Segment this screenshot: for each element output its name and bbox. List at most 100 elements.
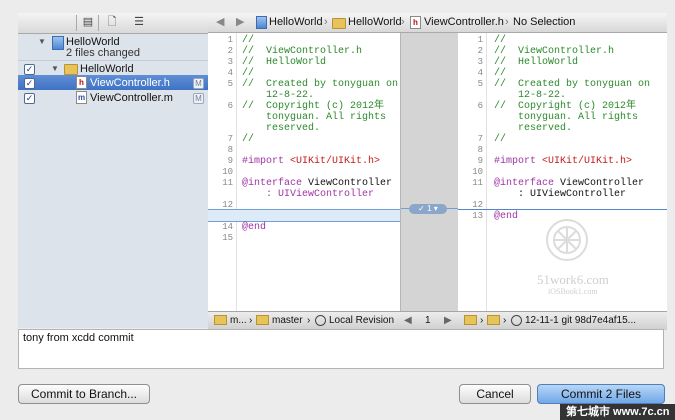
superclass: : UIViewController: [266, 189, 375, 200]
folder-icon: [487, 315, 500, 326]
corner-watermark-logo: 第七城市 www.7c.cn: [560, 404, 675, 420]
folder-checkbox[interactable]: ✓: [24, 64, 35, 75]
watermark-subtext: iOSBook1.com: [548, 287, 598, 296]
repo-selector[interactable]: m...: [214, 315, 247, 327]
folder-name: HelloWorld: [80, 63, 134, 75]
forward-arrow-icon[interactable]: ▶: [236, 16, 244, 29]
jumpbar-folder[interactable]: HelloWorld: [348, 16, 402, 29]
file-view-icon[interactable]: 🗋: [105, 16, 119, 29]
code-line: 12-8-22.: [518, 90, 567, 101]
commit-to-branch-button[interactable]: Commit to Branch...: [18, 384, 150, 404]
file-row-viewcontroller-h[interactable]: ✓ h ViewController.h M: [18, 75, 208, 90]
folder-icon: [332, 18, 346, 29]
line-number: 5: [477, 79, 483, 89]
revision-selector[interactable]: Local Revision: [315, 315, 394, 327]
line-number: 13: [472, 211, 483, 221]
code-line: tonyguan. All rights: [518, 112, 639, 123]
jump-bar: ◀ ▶ HelloWorld › HelloWorld › h ViewCont…: [208, 13, 667, 33]
commit-files-button[interactable]: Commit 2 Files: [537, 384, 665, 404]
insertion-line: [458, 209, 667, 210]
jumpbar-project[interactable]: HelloWorld: [269, 16, 323, 29]
branch-selector[interactable]: master: [256, 315, 303, 327]
watermark-text: 51work6.com: [537, 272, 609, 287]
jumpbar-selection[interactable]: No Selection: [513, 16, 575, 29]
code-line-end: @end: [242, 222, 267, 233]
line-number: 5: [227, 79, 233, 89]
branch-name: master: [272, 315, 303, 326]
revision-selector[interactable]: 12-11-1 git 98d7e4af15...: [511, 315, 636, 327]
previous-revision-icon[interactable]: ◀: [404, 315, 412, 327]
left-editor[interactable]: 1 2 3 4 5 6 7 8 9 10 11 12 13 14 15 // /…: [208, 33, 400, 311]
navigator-toolbar: ▤ 🗋 ☰: [18, 13, 208, 34]
line-number: 1: [227, 35, 233, 45]
line-number: 11: [472, 178, 483, 188]
line-gutter: 1 2 3 4 5 6 7 8 9 10 11 12 13 14 15: [208, 33, 237, 311]
revision-name: 12-11-1 git 98d7e4af15...: [525, 315, 637, 327]
next-revision-icon[interactable]: ▶: [444, 315, 452, 327]
code-line: // HelloWorld: [242, 57, 327, 68]
right-revision-bar: › › 12-11-1 git 98d7e4af15...: [458, 311, 667, 330]
revision-page: 1: [425, 315, 431, 326]
code-line: //: [494, 68, 507, 79]
line-number: 8: [227, 145, 233, 155]
superclass: : UIViewController: [518, 189, 627, 200]
path-separator-icon: ›: [401, 16, 405, 28]
line-number: 2: [227, 46, 233, 56]
disclosure-triangle-icon[interactable]: ▼: [51, 62, 59, 76]
toolbar-divider: [98, 15, 99, 31]
code-line: // ViewController.h: [242, 46, 363, 57]
code-line: // Created by tonyguan on: [242, 79, 399, 90]
interface-keyword: @interface: [494, 178, 555, 189]
line-number: 6: [477, 101, 483, 111]
code-line: // ViewController.h: [494, 46, 615, 57]
code-line-interface: @interface ViewController: [494, 178, 644, 189]
jumpbar-file[interactable]: ViewController.h: [424, 16, 504, 29]
line-number: 3: [227, 57, 233, 67]
commit-message-text: tony from xcdd commit: [23, 332, 134, 344]
import-keyword: #import: [494, 156, 543, 167]
file-name: ViewController.h: [90, 77, 170, 89]
code-line: // HelloWorld: [494, 57, 579, 68]
repo-selector[interactable]: [464, 315, 480, 327]
path-separator-icon: ›: [503, 315, 507, 326]
diff-gutter: ✓ 1 ▾: [400, 33, 459, 311]
file-checkbox[interactable]: ✓: [24, 78, 35, 89]
code-line-superclass: : UIViewController: [518, 189, 626, 200]
code-line: //: [494, 35, 507, 46]
line-number: 6: [227, 101, 233, 111]
commit-message-field[interactable]: tony from xcdd commit: [18, 329, 664, 369]
list-view-icon[interactable]: ☰: [132, 16, 146, 29]
code-line: //: [242, 68, 255, 79]
right-editor[interactable]: 1 2 3 4 5 6 7 8 9 10 11 12 13 // // View…: [458, 33, 667, 311]
import-path: <UIKit/UIKit.h>: [290, 156, 381, 167]
path-separator-icon: ›: [249, 315, 253, 326]
clock-icon: [511, 315, 522, 326]
change-marker[interactable]: ✓ 1 ▾: [409, 204, 447, 214]
code-line: //: [242, 134, 255, 145]
line-number: 7: [477, 134, 483, 144]
line-number: 3: [477, 57, 483, 67]
back-arrow-icon[interactable]: ◀: [216, 16, 224, 29]
line-number: 11: [222, 178, 233, 188]
modified-badge: M: [193, 78, 204, 89]
line-number: 4: [477, 68, 483, 78]
code-line: // Copyright (c) 2012年: [494, 101, 637, 112]
folder-row[interactable]: ✓ ▼ HelloWorld: [18, 60, 208, 76]
line-number: 2: [477, 46, 483, 56]
code-line: //: [494, 134, 507, 145]
file-checkbox[interactable]: ✓: [24, 93, 35, 104]
project-icon: [256, 16, 267, 29]
line-number: 1: [477, 35, 483, 45]
line-number: 4: [227, 68, 233, 78]
clock-icon: [315, 315, 326, 326]
file-row-viewcontroller-m[interactable]: ✓ m ViewController.m M: [18, 90, 208, 105]
cancel-button[interactable]: Cancel: [459, 384, 531, 404]
branch-selector[interactable]: [487, 315, 503, 327]
repo-name: m...: [230, 315, 247, 326]
watermark-logo-icon: [546, 219, 588, 261]
code-line-end: @end: [494, 211, 519, 222]
path-separator-icon: ›: [505, 16, 509, 28]
flat-view-icon[interactable]: ▤: [81, 16, 95, 29]
files-changed-label: 2 files changed: [66, 47, 140, 59]
revision-name: Local Revision: [329, 315, 395, 327]
